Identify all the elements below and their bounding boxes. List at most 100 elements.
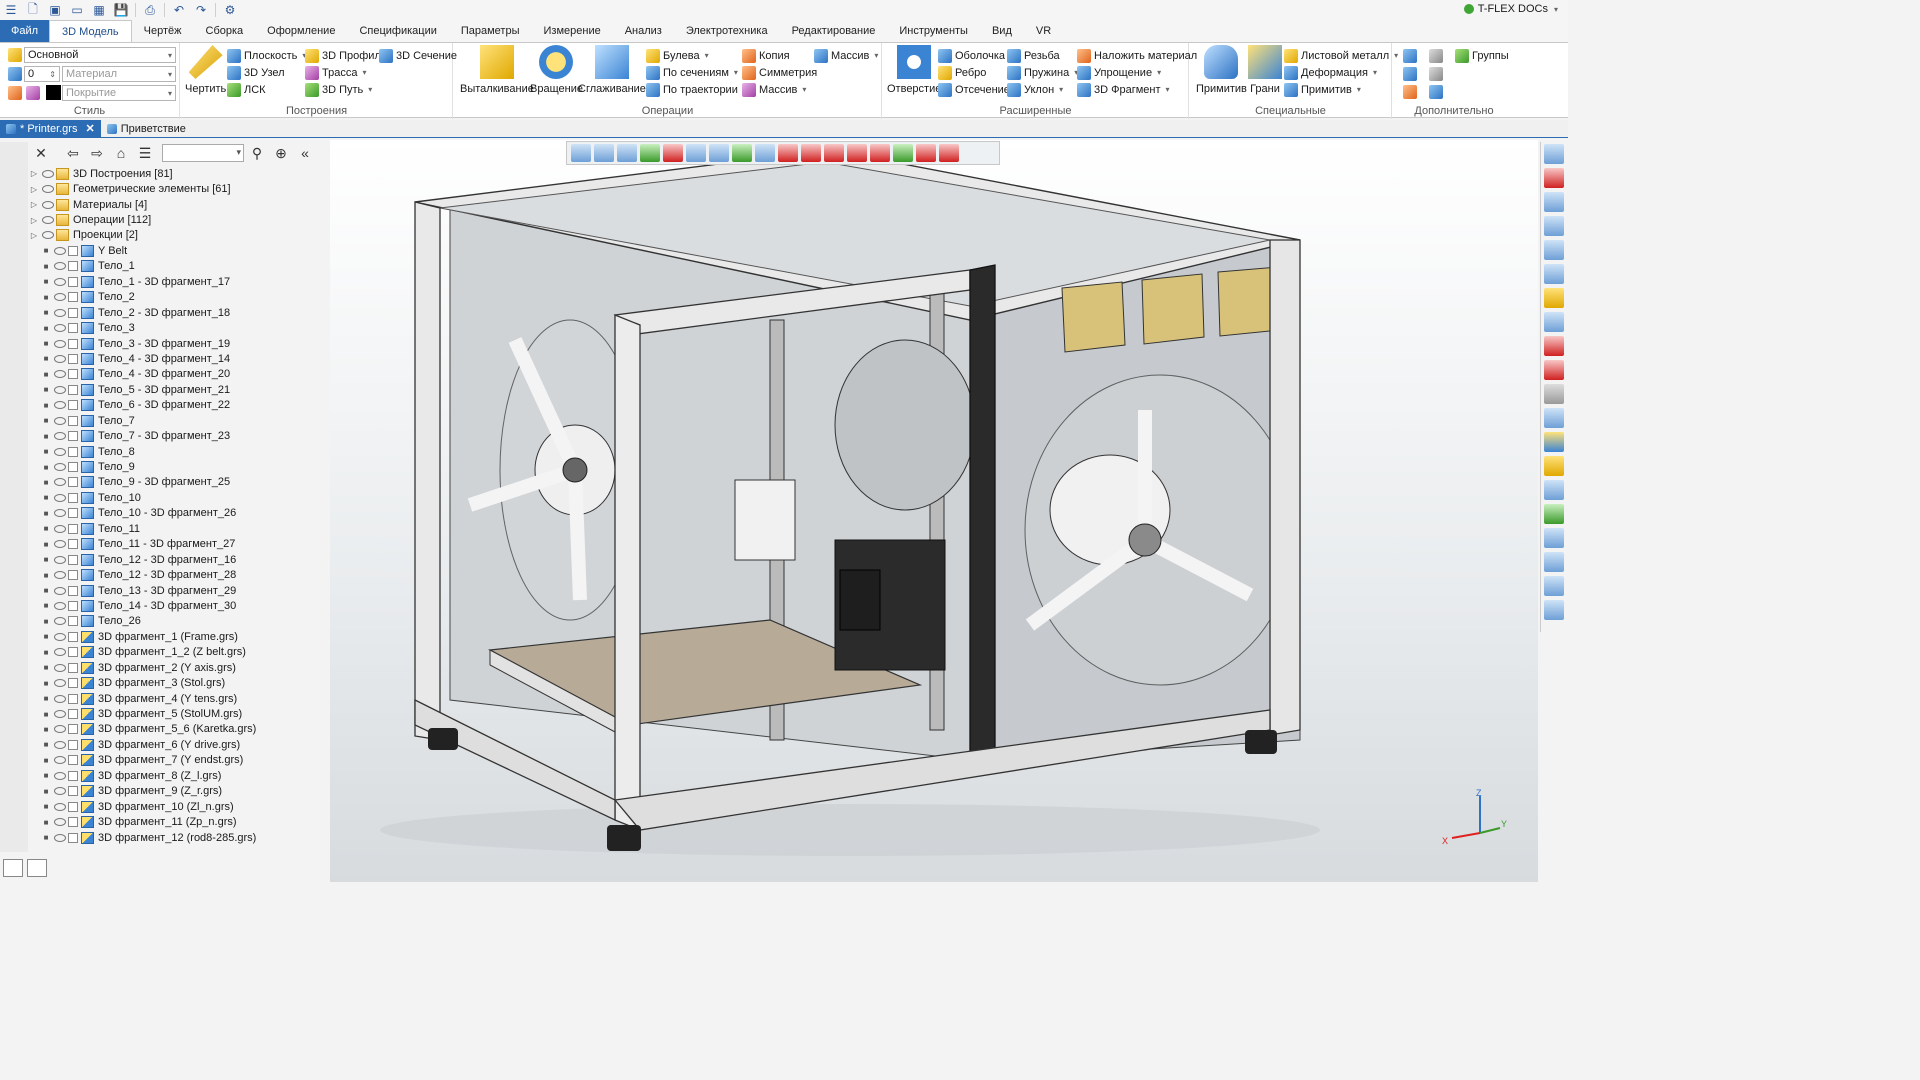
visibility-icon[interactable] bbox=[54, 601, 66, 610]
visibility-icon[interactable] bbox=[54, 416, 66, 425]
section-view-icon[interactable] bbox=[1543, 384, 1564, 404]
draw-button[interactable]: Чертить bbox=[185, 45, 226, 95]
extra-tool-5-icon[interactable] bbox=[1403, 85, 1417, 99]
tree-checkbox[interactable] bbox=[68, 369, 78, 380]
tree-checkbox[interactable] bbox=[68, 462, 78, 473]
tab-view[interactable]: Вид bbox=[980, 20, 1024, 42]
lcs-button[interactable]: ЛСК bbox=[227, 81, 266, 98]
filter-2-icon[interactable] bbox=[594, 144, 614, 162]
tree-item[interactable]: ■ 3D фрагмент_5_6 (Karetka.grs) bbox=[28, 722, 328, 737]
node-marker-icon[interactable]: ■ bbox=[40, 354, 52, 363]
node-marker-icon[interactable]: ■ bbox=[40, 540, 52, 549]
shape-select-icon[interactable] bbox=[893, 144, 913, 162]
extra-tool-6-icon[interactable] bbox=[1429, 85, 1443, 99]
node-marker-icon[interactable]: ■ bbox=[40, 324, 52, 333]
tree-checkbox[interactable] bbox=[68, 245, 78, 256]
3d-profile-button[interactable]: 3D Профиль bbox=[305, 47, 387, 64]
tree-checkbox[interactable] bbox=[68, 431, 78, 442]
tree-checkbox[interactable] bbox=[68, 338, 78, 349]
node-marker-icon[interactable]: ■ bbox=[40, 601, 52, 610]
tree-checkbox[interactable] bbox=[68, 446, 78, 457]
extra-tool-3-icon[interactable] bbox=[1403, 67, 1417, 81]
visibility-icon[interactable] bbox=[54, 370, 66, 379]
hole-button[interactable]: Отверстие bbox=[887, 45, 941, 95]
window-icon[interactable]: ▭ bbox=[66, 1, 88, 19]
body-select-icon[interactable] bbox=[824, 144, 844, 162]
expand-icon[interactable]: ▷ bbox=[28, 231, 40, 240]
tree-checkbox[interactable] bbox=[68, 292, 78, 303]
node-marker-icon[interactable]: ■ bbox=[40, 710, 52, 719]
tree-checkbox[interactable] bbox=[68, 307, 78, 318]
tree-item[interactable]: ■ Тело_2 bbox=[28, 290, 328, 305]
node-marker-icon[interactable]: ■ bbox=[40, 802, 52, 811]
visibility-icon[interactable] bbox=[54, 262, 66, 271]
tree-item[interactable]: ■ Тело_4 - 3D фрагмент_20 bbox=[28, 367, 328, 382]
tree-item[interactable]: ■ Тело_3 - 3D фрагмент_19 bbox=[28, 336, 328, 351]
render-view-icon[interactable] bbox=[1543, 480, 1564, 500]
light-icon[interactable] bbox=[1543, 552, 1564, 572]
primitive-large-button[interactable]: Примитив bbox=[1196, 45, 1247, 95]
tab-analysis[interactable]: Анализ bbox=[613, 20, 674, 42]
script-icon[interactable]: ⚙ bbox=[219, 1, 241, 19]
visibility-icon[interactable] bbox=[54, 818, 66, 827]
shell-button[interactable]: Оболочка bbox=[938, 47, 1005, 64]
tree-item[interactable]: ▷ 3D Построения [81] bbox=[28, 166, 328, 181]
node-marker-icon[interactable]: ■ bbox=[40, 463, 52, 472]
tree-item[interactable]: ■ 3D фрагмент_7 (Y endst.grs) bbox=[28, 753, 328, 768]
new-file-icon[interactable]: 🗋 bbox=[22, 1, 44, 19]
tree-item[interactable]: ■ Тело_6 - 3D фрагмент_22 bbox=[28, 398, 328, 413]
grid-icon[interactable]: ▦ bbox=[88, 1, 110, 19]
tree-item[interactable]: ■ Тело_11 - 3D фрагмент_27 bbox=[28, 537, 328, 552]
symmetry-button[interactable]: Симметрия bbox=[742, 64, 817, 81]
primitive-small-button[interactable]: Примитив ▾ bbox=[1284, 81, 1361, 98]
layer-select[interactable]: Основной ▾ bbox=[24, 47, 176, 63]
tree-item[interactable]: ■ Тело_10 - 3D фрагмент_26 bbox=[28, 506, 328, 521]
node-marker-icon[interactable]: ■ bbox=[40, 493, 52, 502]
expand-icon[interactable]: ▷ bbox=[28, 169, 40, 178]
tree-checkbox[interactable] bbox=[68, 739, 78, 750]
tree-item[interactable]: ■ Тело_8 bbox=[28, 444, 328, 459]
tree-checkbox[interactable] bbox=[68, 554, 78, 565]
array-2-button[interactable]: Массив ▾ bbox=[742, 81, 806, 98]
tree-checkbox[interactable] bbox=[68, 724, 78, 735]
tree-item[interactable]: ▷ Проекции [2] bbox=[28, 228, 328, 243]
view-window-icon[interactable] bbox=[1543, 144, 1564, 164]
color-icon[interactable] bbox=[8, 86, 22, 100]
redo-icon[interactable]: ↷ bbox=[190, 1, 212, 19]
tree-item[interactable]: ■ Тело_9 bbox=[28, 459, 328, 474]
visibility-icon[interactable] bbox=[54, 308, 66, 317]
panel-mode-1-icon[interactable] bbox=[3, 859, 23, 877]
extrude-button[interactable]: Выталкивание bbox=[460, 45, 534, 95]
3d-section-button[interactable]: 3D Сечение bbox=[379, 47, 457, 64]
filter-icon[interactable] bbox=[571, 144, 591, 162]
visibility-icon[interactable] bbox=[54, 710, 66, 719]
visibility-icon[interactable] bbox=[42, 231, 54, 240]
tree-item[interactable]: ■ 3D фрагмент_10 (Zl_n.grs) bbox=[28, 799, 328, 814]
visibility-icon[interactable] bbox=[54, 493, 66, 502]
tree-checkbox[interactable] bbox=[68, 616, 78, 627]
visibility-icon[interactable] bbox=[42, 169, 54, 178]
tree-checkbox[interactable] bbox=[68, 647, 78, 658]
back-icon[interactable]: ⇦ bbox=[62, 143, 84, 163]
visibility-icon[interactable] bbox=[54, 663, 66, 672]
tab-vr[interactable]: VR bbox=[1024, 20, 1063, 42]
material-view-icon[interactable] bbox=[1543, 504, 1564, 524]
tree-item[interactable]: ■ Тело_7 - 3D фрагмент_23 bbox=[28, 428, 328, 443]
revolve-button[interactable]: Вращение bbox=[530, 45, 583, 95]
visibility-icon[interactable] bbox=[54, 293, 66, 302]
measure-icon[interactable] bbox=[1543, 288, 1564, 308]
node-marker-icon[interactable]: ■ bbox=[40, 370, 52, 379]
node-marker-icon[interactable]: ■ bbox=[40, 617, 52, 626]
tab-file[interactable]: Файл bbox=[0, 20, 50, 42]
tab-drawing[interactable]: Чертёж bbox=[132, 20, 194, 42]
visibility-icon[interactable] bbox=[54, 833, 66, 842]
assembly-select-icon[interactable] bbox=[916, 144, 936, 162]
filter-list-icon[interactable] bbox=[617, 144, 637, 162]
camera-icon[interactable] bbox=[1543, 528, 1564, 548]
groups-button[interactable]: Группы bbox=[1455, 47, 1509, 64]
cut-button[interactable]: Отсечение bbox=[938, 81, 1010, 98]
print-icon[interactable]: ⎙ bbox=[139, 1, 161, 19]
tree-item[interactable]: ■ 3D фрагмент_11 (Zp_n.grs) bbox=[28, 814, 328, 829]
close-tab-icon[interactable]: ✕ bbox=[85, 120, 94, 138]
collapse-panel-icon[interactable]: « bbox=[294, 143, 316, 163]
